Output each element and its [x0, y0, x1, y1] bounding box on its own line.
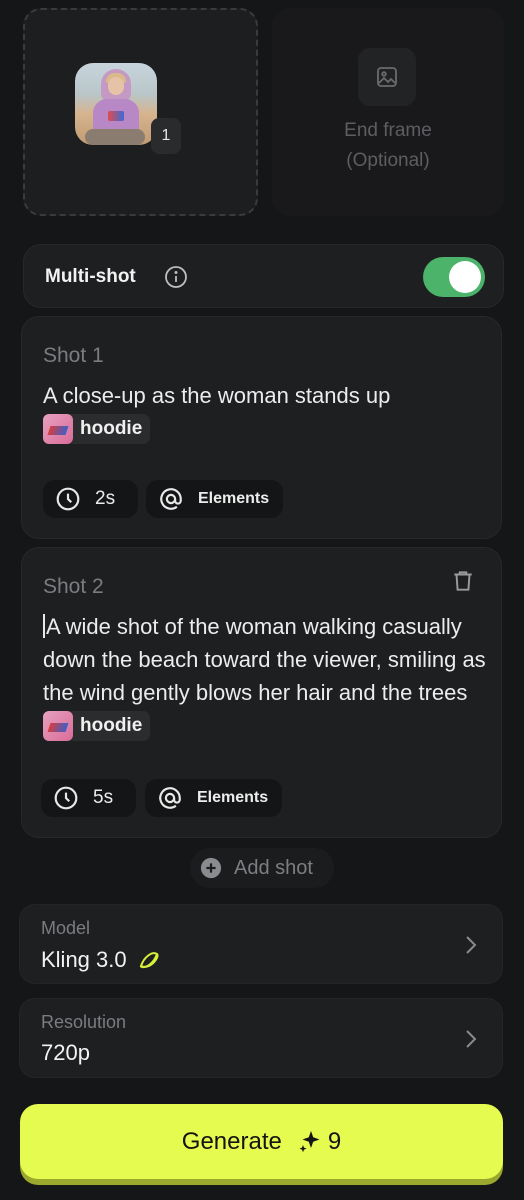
model-label: Model	[41, 918, 91, 938]
info-icon[interactable]	[164, 265, 188, 289]
end-frame-label: End frame	[344, 120, 432, 141]
resolution-label: Resolution	[41, 1012, 127, 1032]
image-icon	[358, 48, 416, 106]
resolution-selector[interactable]: Resolution 720p	[19, 998, 503, 1078]
generate-button[interactable]: Generate 9	[20, 1104, 503, 1179]
model-selector[interactable]: Model Kling 3.0	[19, 904, 503, 984]
duration-value: 2s	[95, 488, 116, 509]
clock-icon	[54, 786, 78, 810]
elements-label: Elements	[198, 490, 270, 507]
start-frame-thumbnail[interactable]	[75, 63, 157, 145]
shot-prompt-text: A close-up as the woman stands up	[43, 383, 391, 408]
element-tag-hoodie[interactable]: hoodie	[43, 413, 151, 444]
elements-button[interactable]: Elements	[145, 779, 282, 817]
duration-button[interactable]: 5s	[41, 779, 136, 817]
duration-value: 5s	[93, 787, 114, 808]
generate-credits: 9	[327, 1127, 342, 1155]
add-shot-label: Add shot	[234, 856, 313, 879]
shot-card-1[interactable]: Shot 1 A close-up as the woman stands up…	[21, 316, 502, 539]
elements-label: Elements	[197, 789, 269, 806]
resolution-value: 720p	[41, 1040, 90, 1065]
chevron-right-icon	[466, 936, 477, 954]
shot-prompt[interactable]: A wide shot of the woman walking casuall…	[43, 610, 488, 742]
element-tag-hoodie[interactable]: hoodie	[43, 710, 151, 741]
element-tag-label: hoodie	[80, 418, 143, 440]
at-icon	[160, 488, 182, 510]
clock-icon	[56, 487, 80, 511]
shot-title: Shot 2	[43, 575, 104, 598]
sparkle-icon	[299, 1130, 320, 1152]
hoodie-thumbnail	[43, 413, 73, 444]
generate-label: Generate	[181, 1127, 282, 1155]
end-frame-optional-label: (Optional)	[346, 150, 430, 171]
at-icon	[159, 787, 181, 809]
toggle-knob	[449, 261, 481, 293]
shot-prompt[interactable]: A close-up as the woman stands up hoodie	[43, 379, 488, 445]
shot-title: Shot 1	[43, 344, 104, 367]
trash-icon[interactable]	[450, 568, 476, 594]
image-count-badge: 1	[151, 118, 181, 154]
add-shot-button[interactable]: Add shot	[190, 848, 334, 888]
shot-prompt-text: A wide shot of the woman walking casuall…	[43, 614, 486, 705]
multishot-label: Multi-shot	[45, 266, 136, 287]
text-cursor	[43, 614, 45, 638]
shot-card-2[interactable]: Shot 2 A wide shot of the woman walking …	[21, 547, 502, 838]
chevron-right-icon	[466, 1030, 477, 1048]
kling-logo-icon	[139, 952, 159, 969]
end-frame-slot[interactable]: End frame (Optional)	[272, 8, 504, 216]
hoodie-thumbnail	[43, 710, 73, 741]
multishot-toggle[interactable]	[423, 257, 485, 297]
multishot-row: Multi-shot	[23, 244, 504, 308]
element-tag-label: hoodie	[80, 715, 143, 737]
model-value: Kling 3.0	[41, 947, 127, 972]
plus-circle-icon	[200, 857, 222, 879]
elements-button[interactable]: Elements	[146, 480, 283, 518]
duration-button[interactable]: 2s	[43, 480, 138, 518]
